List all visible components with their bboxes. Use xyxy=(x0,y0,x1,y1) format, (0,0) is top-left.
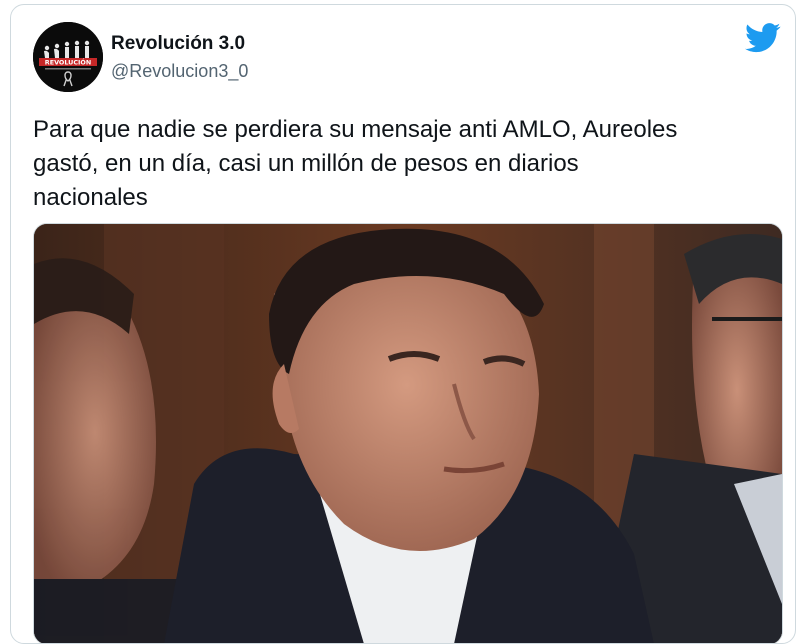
twitter-bird-icon[interactable] xyxy=(745,23,781,53)
tweet-card[interactable]: REVOLUCIÓN Revolución 3.0 @Revolucion3_0… xyxy=(10,4,796,644)
tweet-text: Para que nadie se perdiera su mensaje an… xyxy=(33,116,678,211)
evolution-silhouettes-logo-icon: REVOLUCIÓN xyxy=(33,22,103,92)
avatar[interactable]: REVOLUCIÓN xyxy=(33,22,103,92)
tweet-photo[interactable] xyxy=(33,223,783,643)
avatar-logo-text: REVOLUCIÓN xyxy=(45,58,91,67)
user-handle[interactable]: @Revolucion3_0 xyxy=(111,61,248,82)
display-name[interactable]: Revolución 3.0 xyxy=(111,33,245,55)
